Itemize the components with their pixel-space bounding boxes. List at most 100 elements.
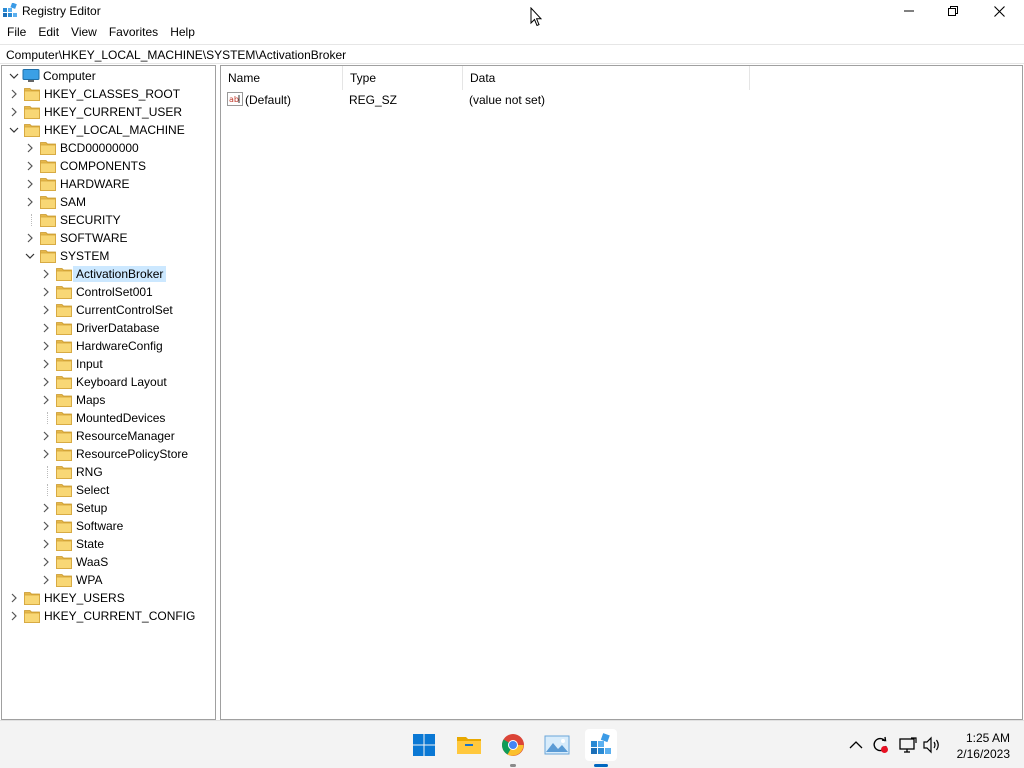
tree-item[interactable]: SECURITY [2,211,215,229]
tree-item[interactable]: MountedDevices [2,409,215,427]
chevron-right-icon[interactable] [40,502,52,514]
chevron-right-icon[interactable] [8,610,20,622]
column-header-name[interactable]: Name [221,66,343,90]
chevron-right-icon[interactable] [40,340,52,352]
tree-item-label: SAM [60,195,87,209]
tree-item[interactable]: CurrentControlSet [2,301,215,319]
menu-edit[interactable]: Edit [32,23,65,43]
chevron-right-icon[interactable] [24,142,36,154]
show-hidden-icons-button[interactable] [846,735,866,755]
chevron-right-icon[interactable] [40,448,52,460]
chevron-right-icon[interactable] [40,556,52,568]
menu-view[interactable]: View [65,23,103,43]
restore-button[interactable] [930,0,976,22]
title-bar: Registry Editor [0,0,1024,27]
chevron-right-icon[interactable] [40,520,52,532]
chevron-right-icon[interactable] [8,592,20,604]
tree-item-computer[interactable]: Computer [2,67,215,85]
tree-item[interactable]: RNG [2,463,215,481]
chevron-right-icon[interactable] [8,106,20,118]
close-button[interactable] [976,0,1022,22]
tree-item[interactable]: HARDWARE [2,175,215,193]
tree-item[interactable]: BCD00000000 [2,139,215,157]
address-bar[interactable]: Computer\HKEY_LOCAL_MACHINE\SYSTEM\Activ… [0,44,1024,64]
tree-item-label: Software [76,519,124,533]
values-list-pane[interactable]: Name Type Data ab (Default) REG_SZ (valu… [220,65,1023,720]
tree-item[interactable]: Setup [2,499,215,517]
file-explorer-taskbar-button[interactable] [453,729,485,761]
tree-item[interactable]: ActivationBroker [2,265,215,283]
tree-item[interactable]: HardwareConfig [2,337,215,355]
tree-item-label: SECURITY [60,213,121,227]
tree-item-label: Keyboard Layout [76,375,167,389]
key-tree-pane[interactable]: Computer HKEY_CLASSES_ROOT HKEY_CURRENT_U… [1,65,216,720]
chevron-down-icon[interactable] [24,250,36,262]
chevron-right-icon[interactable] [40,322,52,334]
tree-item[interactable]: ResourcePolicyStore [2,445,215,463]
running-indicator [510,764,516,767]
menu-favorites[interactable]: Favorites [103,23,164,43]
registry-editor-taskbar-button[interactable] [585,729,617,767]
tree-item[interactable]: Input [2,355,215,373]
tree-item-label: SYSTEM [60,249,110,263]
tree-item[interactable]: Select [2,481,215,499]
registry-editor-app-icon [2,2,18,19]
tree-item[interactable]: HKEY_CURRENT_CONFIG [2,607,215,625]
tree-item[interactable]: SAM [2,193,215,211]
system-clock[interactable]: 1:25 AM 2/16/2023 [957,730,1010,762]
chevron-right-icon[interactable] [40,574,52,586]
tree-item[interactable]: WaaS [2,553,215,571]
tree-item[interactable]: HKEY_CURRENT_USER [2,103,215,121]
chevron-right-icon[interactable] [40,358,52,370]
menu-help[interactable]: Help [164,23,201,43]
tree-item[interactable]: SOFTWARE [2,229,215,247]
column-header-data[interactable]: Data [463,66,750,90]
chevron-right-icon[interactable] [40,304,52,316]
volume-tray-button[interactable] [922,735,942,755]
tree-item[interactable]: HKEY_USERS [2,589,215,607]
chevron-right-icon[interactable] [8,88,20,100]
tree-item[interactable]: DriverDatabase [2,319,215,337]
tree-item[interactable]: Maps [2,391,215,409]
value-row[interactable]: ab (Default) REG_SZ (value not set) [221,90,1022,110]
start-button[interactable] [408,729,440,761]
folder-icon [56,465,72,479]
tree-item[interactable]: Software [2,517,215,535]
tree-item[interactable]: HKEY_CLASSES_ROOT [2,85,215,103]
sync-tray-button[interactable] [870,735,890,755]
tree-item-label: MountedDevices [76,411,166,425]
chevron-right-icon[interactable] [40,430,52,442]
chevron-right-icon[interactable] [40,538,52,550]
tree-item[interactable]: SYSTEM [2,247,215,265]
chevron-right-icon[interactable] [40,376,52,388]
window-title: Registry Editor [22,4,101,18]
address-path[interactable]: Computer\HKEY_LOCAL_MACHINE\SYSTEM\Activ… [6,48,346,62]
tree-item[interactable]: ControlSet001 [2,283,215,301]
chevron-right-icon[interactable] [24,178,36,190]
chevron-right-icon[interactable] [24,232,36,244]
chevron-right-icon[interactable] [24,196,36,208]
clock-date: 2/16/2023 [956,747,1010,761]
chevron-right-icon[interactable] [40,286,52,298]
tree-item[interactable]: State [2,535,215,553]
minimize-button[interactable] [886,0,932,22]
folder-icon [40,177,56,191]
photos-taskbar-button[interactable] [541,729,573,761]
tree-item[interactable]: COMPONENTS [2,157,215,175]
tree-item-label: ResourceManager [76,429,175,443]
tree-item[interactable]: HKEY_LOCAL_MACHINE [2,121,215,139]
chevron-right-icon[interactable] [40,394,52,406]
computer-icon [22,69,40,83]
chevron-right-icon[interactable] [40,268,52,280]
tree-item[interactable]: Keyboard Layout [2,373,215,391]
network-tray-button[interactable] [898,735,918,755]
chrome-taskbar-button[interactable] [497,729,529,767]
chevron-down-icon[interactable] [8,124,20,136]
chevron-right-icon[interactable] [24,160,36,172]
menu-file[interactable]: File [0,23,32,43]
tree-item[interactable]: WPA [2,571,215,589]
folder-icon [56,429,72,443]
column-header-type[interactable]: Type [343,66,463,90]
chevron-down-icon[interactable] [8,70,20,82]
tree-item[interactable]: ResourceManager [2,427,215,445]
